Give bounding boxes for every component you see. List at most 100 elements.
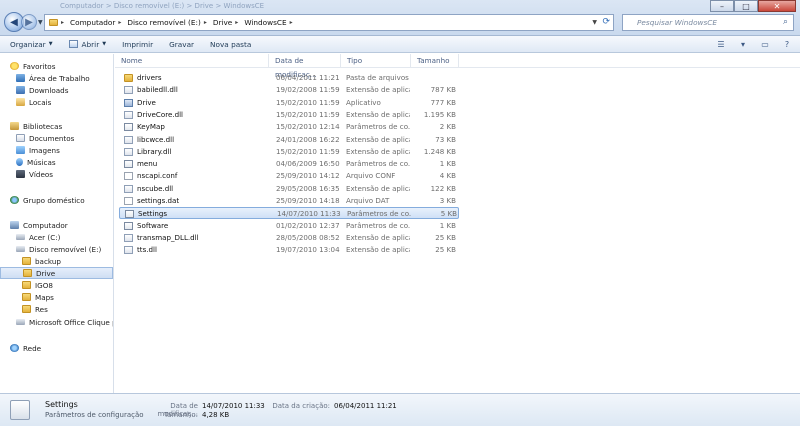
nav-drive-c[interactable]: Acer (C:) — [16, 231, 60, 243]
print-button[interactable]: Imprimir — [122, 40, 153, 49]
file-row[interactable]: Software 01/02/2010 12:37 Parâmetros de co… — [119, 220, 459, 232]
column-type[interactable]: Tipo — [341, 54, 411, 68]
file-row[interactable]: menu 04/06/2009 16:50 Parâmetros de co... 1… — [119, 158, 459, 170]
breadcrumb-computador[interactable]: Computador ▸ — [70, 18, 124, 27]
computer-icon — [10, 221, 19, 229]
breadcrumb-windowsce[interactable]: WindowsCE ▸ — [244, 18, 295, 27]
nav-videos[interactable]: Vídeos — [16, 168, 53, 180]
file-size — [411, 72, 456, 84]
file-date: 15/02/2010 11:59 — [276, 97, 340, 107]
file-name: tts.dll — [137, 245, 157, 255]
help-icon[interactable]: ? — [780, 38, 794, 50]
breadcrumb-drive[interactable]: Drive ▸ — [213, 18, 241, 27]
file-row[interactable]: nscapi.conf 25/09/2010 14:12 Arquivo CONF 4… — [119, 170, 459, 182]
file-row[interactable]: Settings 14/07/2010 11:33 Parâmetros de co… — [119, 207, 459, 220]
change-view-icon[interactable]: ☰ — [714, 38, 728, 50]
nav-documents[interactable]: Documentos — [16, 132, 74, 144]
cfg-icon — [124, 123, 133, 132]
nav-folder-maps[interactable]: Maps — [22, 291, 54, 303]
nav-downloads[interactable]: Downloads — [16, 84, 68, 96]
address-dropdown-icon[interactable]: ▼ — [592, 19, 597, 26]
star-icon — [10, 62, 19, 70]
file-type: Parâmetros de co... — [346, 159, 410, 169]
file-name: settings.dat — [137, 196, 180, 205]
drive-icon — [16, 319, 25, 325]
file-row[interactable]: DriveCore.dll 15/02/2010 11:59 Extensão de… — [119, 109, 459, 121]
organize-button[interactable]: Organizar ▼ — [10, 40, 53, 49]
file-row[interactable]: drivers 06/04/2011 11:21 Pasta de arquivos — [119, 72, 459, 84]
column-date[interactable]: Data de modificaç... — [269, 54, 341, 79]
file-row[interactable]: libcwce.dll 24/01/2008 16:22 Extensão de a… — [119, 134, 459, 146]
dll-icon — [124, 233, 133, 242]
file-date: 19/02/2008 11:59 — [276, 85, 340, 95]
file-size: 1.248 KB — [423, 146, 456, 156]
burn-button[interactable]: Gravar — [169, 40, 194, 49]
nav-favorites[interactable]: Favoritos — [10, 60, 55, 72]
file-date: 25/09/2010 14:18 — [276, 196, 340, 205]
forward-button[interactable]: ▶ — [21, 14, 37, 30]
file-name: babiledll.dll — [137, 85, 178, 95]
folder-icon — [22, 305, 31, 313]
details-size-value: 4,28 KB — [202, 411, 230, 419]
column-size[interactable]: Tamanho — [411, 54, 459, 68]
cfg-icon — [125, 210, 134, 219]
view-controls: ☰ ▾ ▭ ? — [706, 38, 794, 50]
file-row[interactable]: Drive 15/02/2010 11:59 Aplicativo 777 KB — [119, 97, 459, 109]
file-row[interactable]: babiledll.dll 19/02/2008 11:59 Extensão de… — [119, 84, 459, 96]
nav-places[interactable]: Locais — [16, 96, 51, 108]
view-dropdown-icon[interactable]: ▾ — [736, 38, 750, 50]
libraries-icon — [10, 122, 19, 130]
nav-removable-disk[interactable]: Disco removível (E:) — [16, 243, 101, 255]
folder-icon — [124, 74, 133, 82]
file-size: 1.195 KB — [423, 109, 456, 119]
file-row[interactable]: settings.dat 25/09/2010 14:18 Arquivo DAT 3… — [119, 195, 459, 207]
file-row[interactable]: tts.dll 19/07/2010 13:04 Extensão de aplic… — [119, 244, 459, 256]
file-size: 2 KB — [439, 122, 456, 132]
open-button[interactable]: Abrir ▼ — [68, 40, 106, 49]
new-folder-button[interactable]: Nova pasta — [210, 40, 251, 49]
details-created-value: 06/04/2011 11:21 — [334, 402, 397, 410]
nav-libraries[interactable]: Bibliotecas — [10, 120, 62, 132]
minimize-button[interactable]: – — [710, 0, 734, 12]
nav-folder-drive[interactable]: Drive — [0, 267, 113, 279]
file-row[interactable]: Library.dll 15/02/2010 11:59 Extensão de a… — [119, 146, 459, 158]
breadcrumb-disco-removivel[interactable]: Disco removível (E:) ▸ — [127, 18, 209, 27]
address-bar[interactable]: ▸ Computador ▸ Disco removível (E:) ▸ Driv… — [44, 14, 614, 31]
preview-pane-icon[interactable]: ▭ — [758, 38, 772, 50]
search-icon[interactable]: ⌕ — [783, 17, 788, 27]
details-pane: Settings Parâmetros de configuração Data… — [0, 393, 800, 426]
file-date: 06/04/2011 11:21 — [276, 73, 340, 82]
nav-office[interactable]: Microsoft Office Clique pa — [16, 316, 113, 328]
file-name: Settings — [138, 209, 168, 219]
nav-computer[interactable]: Computador — [10, 219, 68, 231]
search-input[interactable]: Pesquisar WindowsCE ⌕ — [622, 14, 794, 31]
nav-homegroup[interactable]: Grupo doméstico — [10, 194, 85, 206]
title-bar: Computador > Disco removível (E:) > Driv… — [0, 0, 800, 36]
nav-folder-igo8[interactable]: IGO8 — [22, 279, 53, 291]
recent-pages-dropdown-icon[interactable]: ▼ — [38, 19, 43, 26]
close-button[interactable]: ✕ — [758, 0, 796, 12]
file-type: Extensão de aplica... — [346, 109, 410, 119]
file-row[interactable]: KeyMap 15/02/2010 12:14 Parâmetros de co..… — [119, 121, 459, 133]
nav-folder-backup[interactable]: backup — [22, 255, 61, 267]
nav-music[interactable]: Músicas — [16, 156, 56, 168]
file-name: libcwce.dll — [137, 134, 175, 144]
nav-desktop[interactable]: Área de Trabalho — [16, 72, 90, 84]
file-row[interactable]: nscube.dll 29/05/2008 16:35 Extensão de ap… — [119, 183, 459, 195]
places-icon — [16, 98, 25, 106]
column-name[interactable]: Nome — [115, 54, 269, 68]
file-date: 15/02/2010 11:59 — [276, 109, 340, 119]
details-modified-value: 14/07/2010 11:33 — [202, 402, 265, 410]
file-list: Nome Data de modificaç... Tipo Tamanho d… — [115, 54, 800, 393]
refresh-icon[interactable]: ⟳ — [602, 17, 610, 27]
maximize-button[interactable]: □ — [734, 0, 758, 12]
search-placeholder: Pesquisar WindowsCE — [637, 18, 718, 27]
file-size: 3 KB — [439, 196, 456, 205]
file-row[interactable]: transmap_DLL.dll 28/05/2008 08:52 Extensão… — [119, 232, 459, 244]
dll-icon — [124, 147, 133, 156]
file-date: 15/02/2010 11:59 — [276, 146, 340, 156]
nav-folder-res[interactable]: Res — [22, 303, 48, 315]
nav-images[interactable]: Imagens — [16, 144, 60, 156]
nav-network[interactable]: Rede — [10, 342, 41, 354]
homegroup-icon — [10, 196, 19, 204]
